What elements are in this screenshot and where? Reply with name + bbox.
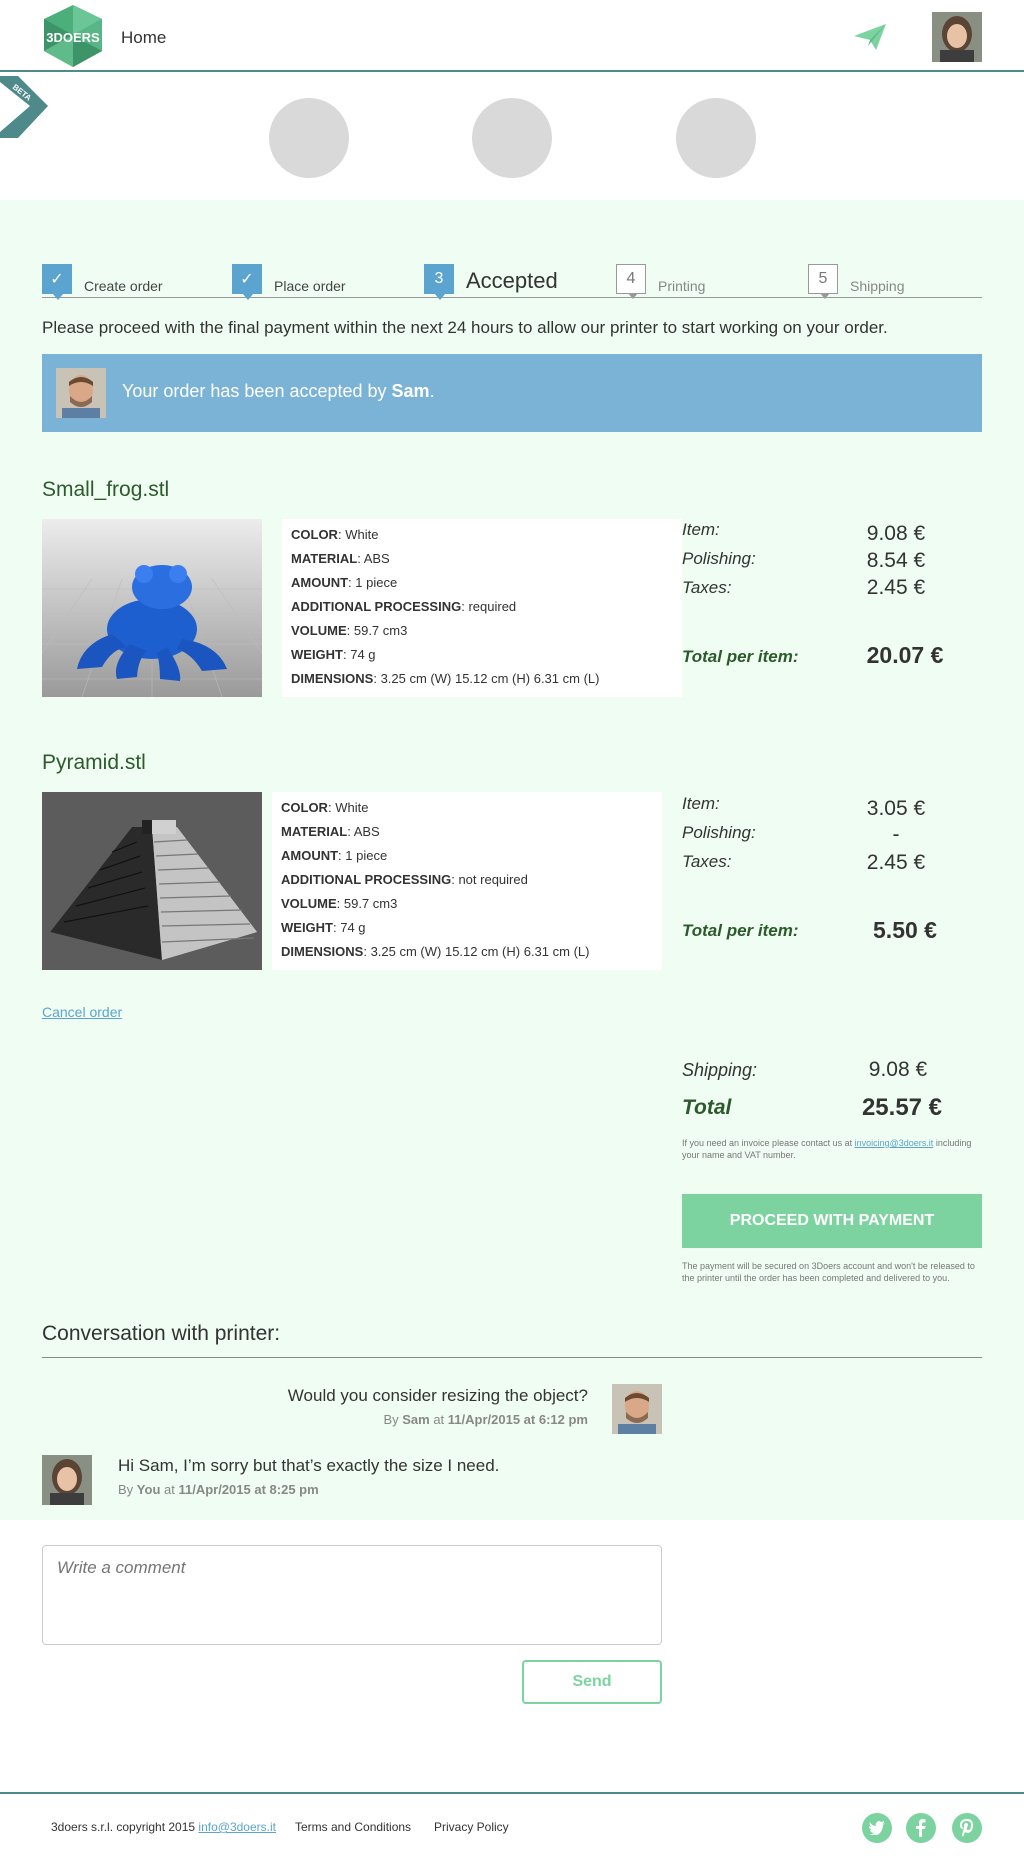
item-thumbnail[interactable]: [42, 519, 262, 697]
polishing-label: Polishing:: [682, 823, 756, 842]
user-avatar: [42, 1455, 92, 1505]
checkmark-icon: ✓: [42, 264, 72, 300]
item-title: Small_frog.stl: [42, 478, 170, 501]
cancel-order-link[interactable]: Cancel order: [42, 1004, 122, 1020]
polishing-label: Polishing:: [682, 549, 756, 568]
message-user: Hi Sam, I’m sorry but that’s exactly the…: [118, 1456, 618, 1497]
order-progress: ✓ Create order ✓ Place order 3 Accepted …: [42, 258, 982, 300]
twitter-icon[interactable]: [862, 1813, 892, 1843]
detail-weight: WEIGHT: 74 g: [281, 920, 366, 935]
invoice-email-link[interactable]: invoicing@3doers.it: [855, 1138, 934, 1148]
logo[interactable]: 3DOERS: [40, 5, 106, 67]
printer-avatar: [56, 368, 106, 418]
step-accepted: 3 Accepted: [424, 258, 558, 300]
step-create-order: ✓ Create order: [42, 258, 163, 300]
detail-material: MATERIAL: ABS: [291, 551, 390, 566]
detail-weight: WEIGHT: 74 g: [291, 647, 376, 662]
item-price-label: Item:: [682, 794, 720, 813]
printer-name: Sam: [391, 381, 430, 401]
message-printer: Would you consider resizing the object? …: [272, 1386, 588, 1427]
message-text: Hi Sam, I’m sorry but that’s exactly the…: [118, 1456, 500, 1475]
accepted-message: Your order has been accepted by Sam.: [122, 381, 435, 401]
message-text: Would you consider resizing the object?: [287, 1386, 588, 1405]
detail-amount: AMOUNT: 1 piece: [291, 575, 398, 590]
grand-total-price: 25.57 €: [861, 1094, 943, 1121]
logo-icon: 3DOERS: [44, 5, 102, 67]
step-printing: 4 Printing: [616, 258, 706, 299]
footer-divider: [0, 1792, 1024, 1794]
step-label: Create order: [84, 278, 163, 294]
message-meta: By Sam at 11/Apr/2015 at 6:12 pm: [383, 1412, 588, 1427]
proceed-payment-button[interactable]: PROCEED WITH PAYMENT: [682, 1194, 982, 1248]
divider: [42, 1357, 982, 1358]
checkmark-icon: ✓: [232, 264, 262, 300]
paper-plane-icon[interactable]: [852, 22, 888, 52]
step-number: 3: [424, 264, 454, 300]
grand-total-label: Total: [682, 1096, 732, 1119]
shipping-label: Shipping:: [682, 1060, 758, 1080]
footer-email-link[interactable]: info@3doers.it: [198, 1820, 276, 1834]
accepted-banner: Your order has been accepted by Sam.: [42, 354, 982, 432]
detail-amount: AMOUNT: 1 piece: [281, 848, 388, 863]
detail-color: COLOR: White: [291, 527, 379, 542]
detail-color: COLOR: White: [281, 800, 369, 815]
step-label: Place order: [274, 278, 346, 294]
payment-instruction: Please proceed with the final payment wi…: [42, 318, 888, 337]
detail-dimensions: DIMENSIONS: 3.25 cm (W) 15.12 cm (H) 6.3…: [291, 671, 600, 686]
svg-text:3DOERS: 3DOERS: [46, 30, 100, 45]
taxes-label: Taxes:: [682, 578, 732, 597]
beta-ribbon: BETA: [0, 72, 60, 152]
message-meta: By You at 11/Apr/2015 at 8:25 pm: [118, 1482, 319, 1497]
detail-material: MATERIAL: ABS: [281, 824, 380, 839]
item-price-label: Item:: [682, 520, 720, 539]
payment-note: The payment will be secured on 3Doers ac…: [682, 1261, 975, 1283]
item-total-price: 20.07 €: [866, 642, 944, 668]
send-button[interactable]: Send: [522, 1660, 662, 1704]
step-place-order: ✓ Place order: [232, 258, 346, 300]
item-thumbnail[interactable]: [42, 792, 262, 970]
item-details: COLOR: White MATERIAL: ABS AMOUNT: 1 pie…: [282, 519, 682, 697]
step-shipping: 5 Shipping: [808, 258, 905, 299]
step-label: Shipping: [850, 278, 905, 294]
privacy-link[interactable]: Privacy Policy: [434, 1820, 509, 1834]
comment-input[interactable]: [42, 1545, 662, 1645]
pinterest-icon[interactable]: [952, 1813, 982, 1843]
detail-processing: ADDITIONAL PROCESSING: required: [291, 599, 517, 614]
shipping-price: 9.08 €: [868, 1058, 928, 1081]
invoice-note: If you need an invoice please contact us…: [682, 1138, 972, 1160]
printer-avatar: [612, 1384, 662, 1434]
item-price: 3.05 €: [866, 797, 926, 820]
detail-volume: VOLUME: 59.7 cm3: [291, 623, 408, 638]
placeholder-circle: [472, 98, 552, 178]
step-number: 4: [616, 264, 646, 299]
item-total-label: Total per item:: [682, 647, 799, 666]
item-total-price: 5.50 €: [873, 917, 937, 943]
conversation-title: Conversation with printer:: [42, 1322, 281, 1345]
item-details: COLOR: White MATERIAL: ABS AMOUNT: 1 pie…: [272, 792, 662, 970]
terms-link[interactable]: Terms and Conditions: [295, 1820, 411, 1834]
footer-copyright: 3doers s.r.l. copyright 2015 info@3doers…: [51, 1820, 276, 1834]
facebook-icon[interactable]: [906, 1813, 936, 1843]
taxes-price: 2.45 €: [866, 851, 926, 874]
polishing-price: 8.54 €: [866, 549, 926, 572]
item-total-label: Total per item:: [682, 921, 799, 940]
item-price: 9.08 €: [866, 522, 926, 545]
placeholder-circle: [676, 98, 756, 178]
taxes-label: Taxes:: [682, 852, 732, 871]
detail-volume: VOLUME: 59.7 cm3: [281, 896, 398, 911]
item-title: Pyramid.stl: [42, 751, 146, 774]
detail-processing: ADDITIONAL PROCESSING: not required: [281, 872, 528, 887]
polishing-price: -: [892, 823, 900, 846]
step-label: Accepted: [466, 268, 558, 293]
placeholder-circle: [269, 98, 349, 178]
header: 3DOERS Home: [0, 0, 1024, 72]
taxes-price: 2.45 €: [866, 576, 926, 599]
step-number: 5: [808, 264, 838, 299]
user-avatar[interactable]: [932, 12, 982, 62]
step-label: Printing: [658, 278, 706, 294]
home-link[interactable]: Home: [121, 28, 166, 48]
detail-dimensions: DIMENSIONS: 3.25 cm (W) 15.12 cm (H) 6.3…: [281, 944, 590, 959]
